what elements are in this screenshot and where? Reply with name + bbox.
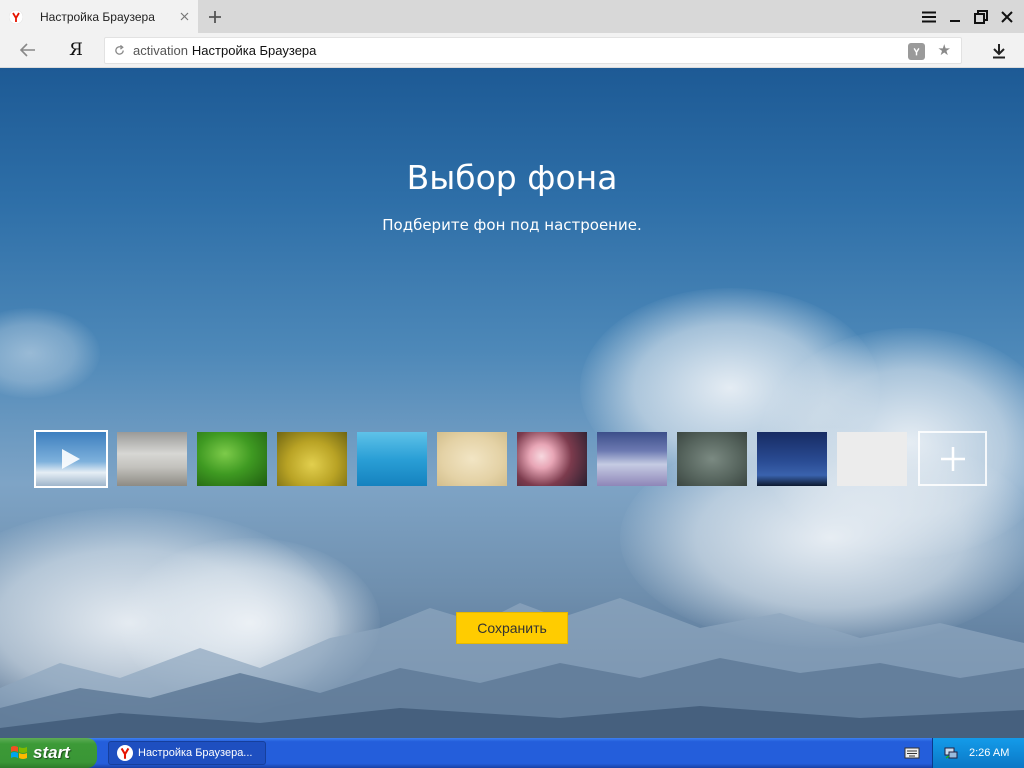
start-label: start [33, 743, 70, 762]
taskbar-item-browser[interactable]: Настройка Браузера... [108, 741, 266, 765]
page-subtitle: Подберите фон под настроение. [382, 216, 642, 234]
tab-close-icon[interactable] [177, 9, 191, 23]
taskbar: start Настройка Браузера... 2:26 AM [0, 738, 1024, 768]
start-button[interactable]: start [0, 738, 97, 768]
save-button[interactable]: Сохранить [456, 612, 568, 644]
thumbnail-sand[interactable] [437, 432, 507, 486]
system-tray: 2:26 AM [932, 738, 1024, 768]
thumbnail-rain-drops[interactable] [677, 432, 747, 486]
thumbnail-snowy-mountain[interactable] [597, 432, 667, 486]
address-bar[interactable]: activation Настройка Браузера ★ [104, 37, 962, 64]
thumbnail-sky-clouds[interactable] [34, 430, 108, 488]
minimize-icon[interactable] [944, 6, 966, 28]
browser-tab[interactable]: Настройка Браузера [0, 0, 198, 33]
thumbnail-blue-sea[interactable] [357, 432, 427, 486]
browser-toolbar: Я activation Настройка Браузера ★ [0, 33, 1024, 68]
new-tab-button[interactable] [204, 6, 226, 28]
windows-flag-icon [11, 746, 27, 759]
yandex-browser-icon [8, 9, 24, 25]
thumbnail-yellow-field[interactable] [277, 432, 347, 486]
add-background-button[interactable] [918, 431, 987, 486]
clock: 2:26 AM [969, 747, 1010, 759]
thumbnail-green-grass[interactable] [197, 432, 267, 486]
downloads-icon[interactable] [988, 40, 1010, 62]
bookmark-star-icon[interactable]: ★ [938, 41, 951, 59]
back-button[interactable] [16, 40, 40, 60]
restore-icon[interactable] [970, 6, 992, 28]
plus-icon [940, 446, 965, 471]
address-host: activation [133, 43, 188, 58]
background-thumbnails [34, 430, 988, 488]
reload-icon[interactable] [113, 45, 125, 57]
protect-icon[interactable] [908, 43, 925, 60]
thumbnail-cherry-blossom[interactable] [517, 432, 587, 486]
keyboard-icon[interactable] [904, 746, 920, 760]
menu-icon[interactable] [918, 6, 940, 28]
close-window-icon[interactable] [996, 6, 1018, 28]
yandex-home-button[interactable]: Я [66, 38, 86, 62]
network-icon[interactable] [943, 745, 959, 761]
taskbar-item-label: Настройка Браузера... [138, 747, 253, 759]
thumbnail-foggy-hills[interactable] [117, 432, 187, 486]
yandex-browser-icon [117, 745, 133, 761]
thumbnail-light-gray[interactable] [837, 432, 907, 486]
tab-title: Настройка Браузера [40, 9, 155, 24]
page-title: Выбор фона [406, 158, 618, 197]
tab-strip: Настройка Браузера [0, 0, 1024, 33]
thumbnail-night-forest[interactable] [757, 432, 827, 486]
play-icon [62, 449, 80, 469]
address-page-title: Настройка Браузера [191, 43, 317, 58]
background-setup-page: Выбор фона Подберите фон под настроение.… [0, 68, 1024, 738]
